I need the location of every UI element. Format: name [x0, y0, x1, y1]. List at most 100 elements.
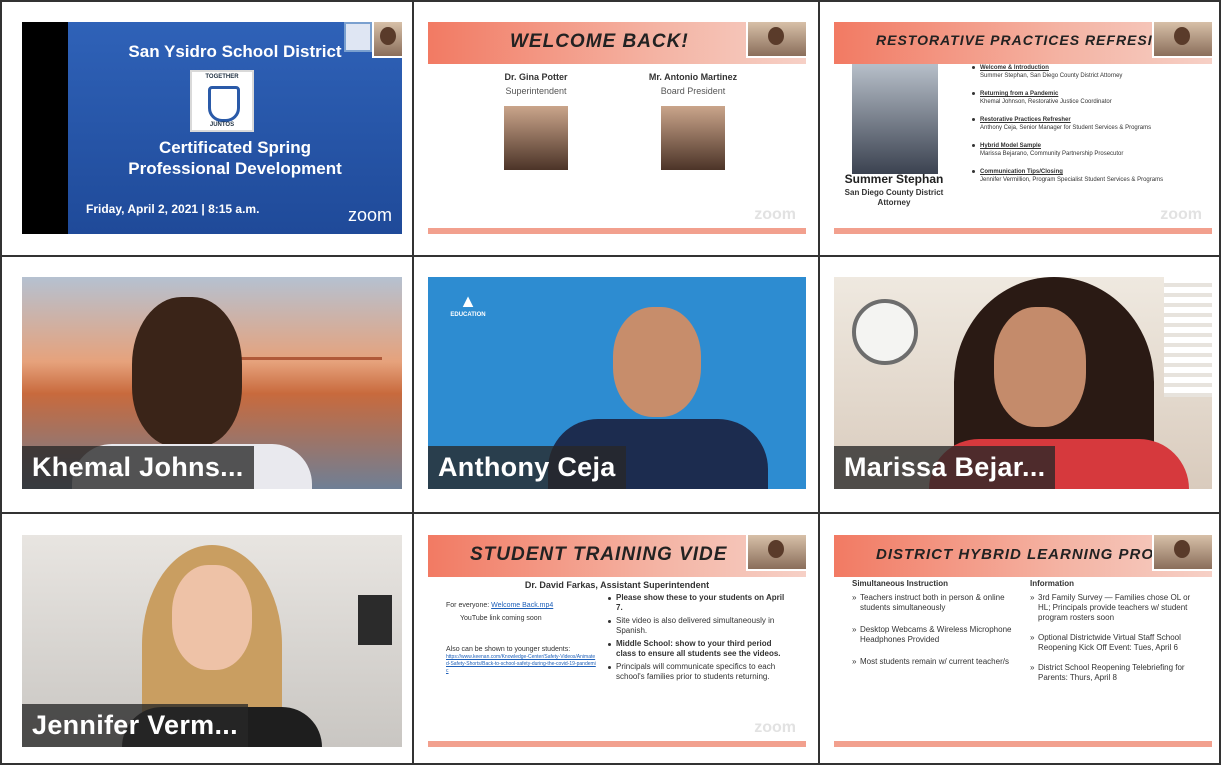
subtitle-line-2: Professional Development [128, 159, 342, 178]
window-blinds [1164, 277, 1212, 397]
presenter-thumbnail [1152, 22, 1212, 58]
grid-line [818, 0, 820, 765]
agenda-item: Welcome & Introduction Summer Stephan, Sa… [972, 64, 1202, 80]
column-header: Information [1030, 579, 1074, 588]
person-role: Superintendent [505, 86, 567, 96]
agenda-list: Welcome & Introduction Summer Stephan, Sa… [972, 64, 1202, 194]
video-link[interactable]: https://www.keenan.com/Knowledge-Center/… [446, 654, 596, 675]
shield-icon [344, 22, 372, 52]
person-role: Board President [660, 86, 726, 96]
education-logo: ▲ EDUCATION [442, 291, 494, 318]
grid-line [0, 512, 1221, 514]
subtitle-line-1: Certificated Spring [158, 138, 312, 157]
bullet-item: Middle School: show to your third period… [608, 639, 793, 659]
slide-subtitle: Certificated Spring Professional Develop… [68, 137, 402, 179]
participant-video [994, 307, 1086, 427]
text-line: For everyone: Welcome Back.mp4 [446, 602, 554, 609]
person-photo [661, 106, 725, 170]
person-name: Dr. Gina Potter [504, 72, 568, 82]
agenda-item: Returning from a Pandemic Khemal Johnson,… [972, 90, 1202, 106]
slide-footer-strip [834, 741, 1212, 747]
person-photo [504, 106, 568, 170]
avatar [1174, 540, 1190, 558]
slide-right-column: Information 3rd Family Survey — Families… [1030, 579, 1202, 693]
text-line: YouTube link coming soon [460, 615, 542, 622]
presenter-thumbnail [372, 22, 402, 58]
video-tile-title-slide[interactable]: San Ysidro School District TOGETHER JUNT… [22, 22, 402, 234]
title-slide: San Ysidro School District TOGETHER JUNT… [68, 22, 402, 234]
video-tile-hybrid-slide[interactable]: DISTRICT HYBRID LEARNING PROG Simultaneo… [834, 535, 1212, 747]
slide-footer-strip [428, 741, 806, 747]
avatar [768, 27, 784, 45]
slide-footer-strip [428, 228, 806, 234]
grid-line [0, 255, 1221, 257]
video-tile-welcome-slide[interactable]: WELCOME BACK! Dr. Gina Potter Superinten… [428, 22, 806, 234]
banner-title: STUDENT TRAINING VIDE [470, 544, 728, 565]
wall-frame [358, 595, 392, 645]
bullet-item: Site video is also delivered simultaneou… [608, 616, 793, 636]
participant-name-tag: Khemal Johns... [22, 446, 254, 489]
presenter-thumbnail [746, 535, 806, 571]
participant-video [132, 297, 242, 447]
district-logo: TOGETHER JUNTOS [190, 70, 254, 132]
bullet-item: Optional Districtwide Virtual Staff Scho… [1030, 633, 1202, 653]
participant-video [172, 565, 252, 670]
grid-line [0, 0, 2, 765]
speaker-title: San Diego County District Attorney [844, 188, 944, 207]
video-tile-participant[interactable]: Khemal Johns... [22, 277, 402, 489]
participant-video [613, 307, 701, 417]
zoom-watermark: zoom [1160, 206, 1202, 223]
video-link[interactable]: Welcome Back.mp4 [491, 602, 553, 609]
bullet-item: Please show these to your students on Ap… [608, 593, 793, 613]
bullet-item: Desktop Webcams & Wireless Microphone He… [852, 625, 1027, 645]
bullet-item: District School Reopening Telebriefing f… [1030, 663, 1202, 683]
wall-clock [852, 299, 918, 365]
avatar [768, 540, 784, 558]
person-name: Mr. Antonio Martinez [648, 72, 738, 82]
video-tile-participant[interactable]: ▲ EDUCATION Anthony Ceja [428, 277, 806, 489]
zoom-watermark: zoom [754, 206, 796, 223]
grid-line [0, 0, 1221, 2]
slide-subtitle: Dr. David Farkas, Assistant Superintende… [524, 580, 710, 590]
column-header: Simultaneous Instruction [852, 579, 949, 588]
person-card: Mr. Antonio Martinez Board President [633, 72, 753, 170]
triangle-icon: ▲ [459, 291, 477, 311]
avatar [380, 27, 396, 45]
bullet-item: Most students remain w/ current teacher/… [852, 657, 1027, 667]
presenter-thumbnail [1152, 535, 1212, 571]
banner-title: WELCOME BACK! [510, 31, 689, 52]
logo-text-bottom: JUNTOS [209, 122, 235, 128]
text-line: Also can be shown to younger students: [446, 646, 571, 653]
agenda-item: Communication Tips/Closing Jennifer Vermi… [972, 168, 1202, 184]
participant-name-tag: Marissa Bejar... [834, 446, 1056, 489]
shield-icon [208, 86, 240, 122]
video-tile-participant[interactable]: Marissa Bejar... [834, 277, 1212, 489]
slide-left-column: For everyone: Welcome Back.mp4 YouTube l… [446, 595, 596, 675]
slide-footer-strip [834, 228, 1212, 234]
slide-bullets: Please show these to your students on Ap… [608, 593, 793, 685]
zoom-watermark: zoom [754, 719, 796, 736]
participant-name-tag: Anthony Ceja [428, 446, 626, 489]
avatar [1174, 27, 1190, 45]
banner-title: RESTORATIVE PRACTICES REFRESI [876, 32, 1153, 48]
presenter-thumbnail [746, 22, 806, 58]
video-tile-training-slide[interactable]: STUDENT TRAINING VIDE Dr. David Farkas, … [428, 535, 806, 747]
speaker-name: Summer Stephan [844, 172, 944, 186]
agenda-item: Hybrid Model Sample Marissa Bejarano, Com… [972, 142, 1202, 158]
zoom-gallery-grid: San Ysidro School District TOGETHER JUNT… [0, 0, 1221, 765]
bullet-item: 3rd Family Survey — Families chose OL or… [1030, 593, 1202, 623]
participant-name-tag: Jennifer Verm... [22, 704, 248, 747]
zoom-watermark: zoom [347, 205, 392, 225]
video-tile-restorative-slide[interactable]: RESTORATIVE PRACTICES REFRESI Summer Ste… [834, 22, 1212, 234]
logo-text-top: TOGETHER [205, 74, 239, 80]
bullet-item: Principals will communicate specifics to… [608, 662, 793, 682]
logo-text: EDUCATION [450, 312, 486, 318]
slide-date: Friday, April 2, 2021 | 8:15 a.m. [86, 202, 260, 216]
agenda-item: Restorative Practices Refresher Anthony C… [972, 116, 1202, 132]
person-card: Dr. Gina Potter Superintendent [476, 72, 596, 170]
bullet-item: Teachers instruct both in person & onlin… [852, 593, 1027, 613]
banner-title: DISTRICT HYBRID LEARNING PROG [876, 546, 1167, 563]
speaker-photo [852, 64, 938, 174]
slide-left-column: Simultaneous Instruction Teachers instru… [852, 579, 1027, 677]
video-tile-participant[interactable]: Jennifer Verm... [22, 535, 402, 747]
